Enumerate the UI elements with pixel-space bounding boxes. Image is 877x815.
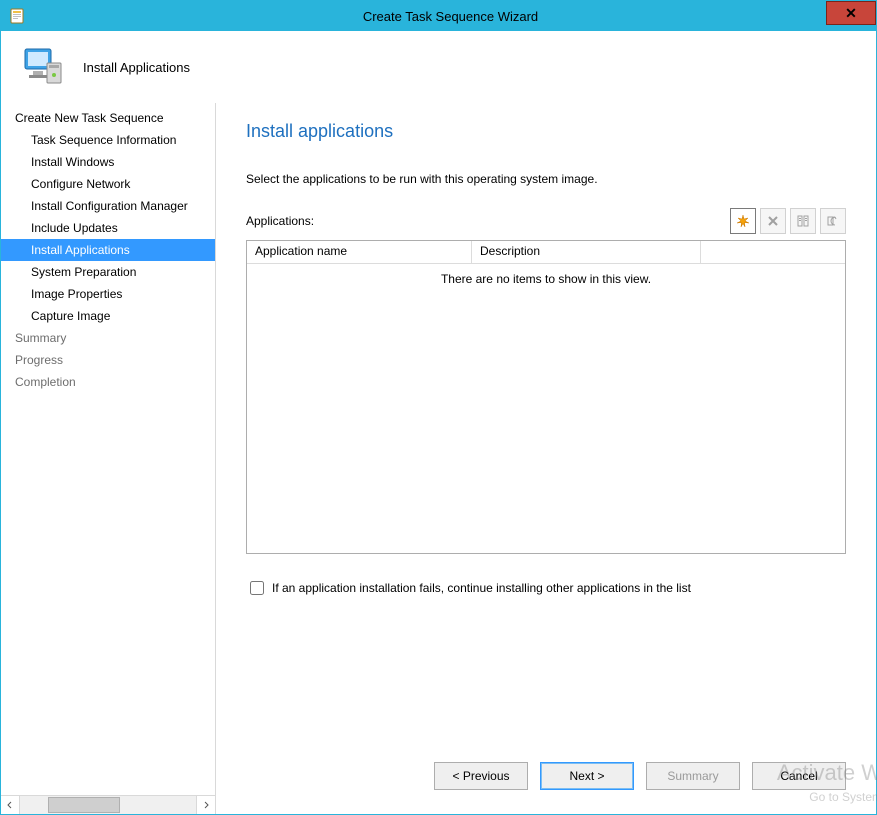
nav-item-install-windows[interactable]: Install Windows bbox=[1, 151, 215, 173]
app-icon bbox=[9, 8, 25, 24]
nav-list: Create New Task SequenceTask Sequence In… bbox=[1, 103, 215, 795]
wizard-header: Install Applications bbox=[1, 31, 876, 103]
scroll-track[interactable] bbox=[20, 796, 196, 814]
nav-item-system-preparation[interactable]: System Preparation bbox=[1, 261, 215, 283]
wizard-footer: < Previous Next > Summary Cancel bbox=[434, 762, 846, 790]
next-button[interactable]: Next > bbox=[540, 762, 634, 790]
window-title: Create Task Sequence Wizard bbox=[25, 9, 876, 24]
scroll-thumb[interactable] bbox=[48, 797, 120, 813]
wizard-window: Create Task Sequence Wizard ✕ Install Ap… bbox=[0, 0, 877, 815]
page-instruction: Select the applications to be run with t… bbox=[246, 172, 846, 186]
nav-item-capture-image[interactable]: Capture Image bbox=[1, 305, 215, 327]
nav-item-summary[interactable]: Summary bbox=[1, 327, 215, 349]
nav-item-install-applications[interactable]: Install Applications bbox=[1, 239, 215, 261]
nav-item-completion[interactable]: Completion bbox=[1, 371, 215, 393]
previous-button[interactable]: < Previous bbox=[434, 762, 528, 790]
continue-on-fail-label: If an application installation fails, co… bbox=[272, 581, 691, 595]
scroll-left-arrow[interactable] bbox=[1, 796, 20, 814]
step-icon bbox=[19, 43, 67, 91]
col-description[interactable]: Description bbox=[472, 241, 701, 263]
list-empty-message: There are no items to show in this view. bbox=[247, 264, 845, 553]
nav-item-include-updates[interactable]: Include Updates bbox=[1, 217, 215, 239]
wizard-main: Install applications Select the applicat… bbox=[216, 103, 876, 814]
nav-item-image-properties[interactable]: Image Properties bbox=[1, 283, 215, 305]
new-button[interactable] bbox=[730, 208, 756, 234]
scroll-right-arrow[interactable] bbox=[196, 796, 215, 814]
nav-item-progress[interactable]: Progress bbox=[1, 349, 215, 371]
nav-item-task-sequence-information[interactable]: Task Sequence Information bbox=[1, 129, 215, 151]
close-button[interactable]: ✕ bbox=[826, 1, 876, 25]
applications-toolbar bbox=[730, 208, 846, 234]
properties-button[interactable] bbox=[790, 208, 816, 234]
properties-icon bbox=[796, 214, 810, 228]
nav-item-create-new-task-sequence[interactable]: Create New Task Sequence bbox=[1, 107, 215, 129]
col-application-name[interactable]: Application name bbox=[247, 241, 472, 263]
applications-label-row: Applications: bbox=[246, 208, 846, 234]
applications-label: Applications: bbox=[246, 214, 730, 228]
nav-horizontal-scrollbar[interactable] bbox=[1, 795, 215, 814]
cancel-button[interactable]: Cancel bbox=[752, 762, 846, 790]
delete-icon bbox=[766, 214, 780, 228]
summary-button[interactable]: Summary bbox=[646, 762, 740, 790]
watermark-line2: Go to System bbox=[809, 790, 877, 804]
applications-list[interactable]: Application name Description There are n… bbox=[246, 240, 846, 554]
col-filler bbox=[701, 241, 845, 263]
wizard-nav: Create New Task SequenceTask Sequence In… bbox=[1, 103, 216, 814]
page-heading: Install applications bbox=[246, 121, 846, 142]
moveup-button[interactable] bbox=[820, 208, 846, 234]
starburst-icon bbox=[736, 214, 750, 228]
continue-on-fail-checkbox[interactable] bbox=[250, 581, 264, 595]
wizard-body: Create New Task SequenceTask Sequence In… bbox=[1, 103, 876, 814]
nav-item-install-configuration-manager[interactable]: Install Configuration Manager bbox=[1, 195, 215, 217]
close-icon: ✕ bbox=[845, 6, 857, 20]
nav-item-configure-network[interactable]: Configure Network bbox=[1, 173, 215, 195]
continue-on-fail-row[interactable]: If an application installation fails, co… bbox=[246, 578, 846, 598]
list-header: Application name Description bbox=[247, 241, 845, 264]
titlebar: Create Task Sequence Wizard ✕ bbox=[1, 1, 876, 31]
move-icon bbox=[826, 214, 840, 228]
step-title: Install Applications bbox=[83, 60, 190, 75]
delete-button[interactable] bbox=[760, 208, 786, 234]
